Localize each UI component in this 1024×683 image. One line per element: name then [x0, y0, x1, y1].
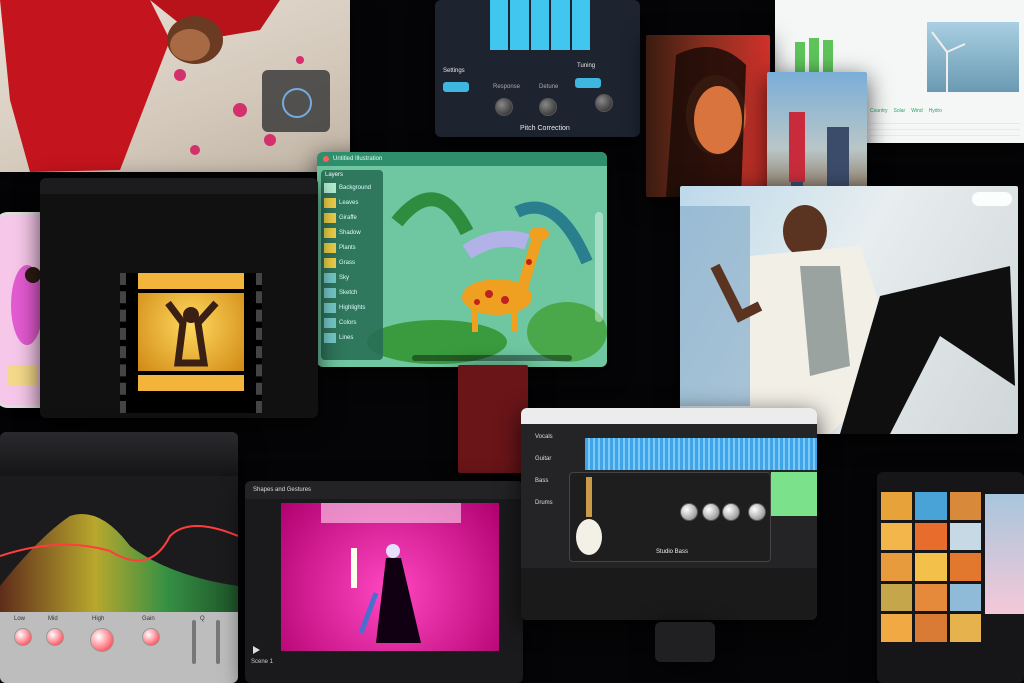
more-options-button[interactable]: [972, 192, 1012, 206]
detune-knob[interactable]: [539, 98, 557, 116]
bar-chart: [795, 38, 855, 72]
layer-item[interactable]: Giraffe: [321, 210, 383, 225]
header-wind: Wind: [911, 108, 923, 114]
settings-toggle[interactable]: [443, 82, 469, 92]
dancer-frame[interactable]: [138, 293, 244, 371]
tuning-toggle[interactable]: [575, 78, 601, 88]
fashion-photo: [680, 186, 1018, 434]
illustration-app-window: Untitled Illustration Layers Background …: [317, 152, 607, 367]
photo-grid[interactable]: [881, 492, 981, 642]
layers-panel: Layers Background Leaves Giraffe Shadow …: [321, 170, 383, 360]
camera-overlay-widget[interactable]: [262, 70, 330, 132]
spreadsheet-header-row: Country Solar Wind Hydro: [870, 108, 1024, 114]
eq-knob-gain[interactable]: [142, 628, 160, 646]
focus-icon: [282, 88, 312, 118]
play-button[interactable]: [253, 646, 260, 654]
knob-label-detune: Detune: [539, 84, 559, 90]
editor-toolbar: [40, 178, 318, 194]
track-name[interactable]: Vocals: [521, 434, 583, 456]
header-country: Country: [870, 108, 888, 114]
video-editor-window: [40, 178, 318, 418]
film-strip: [120, 273, 262, 413]
layer-item[interactable]: Grass: [321, 255, 383, 270]
scale-knob[interactable]: [595, 94, 613, 112]
timeline-scrubber[interactable]: [412, 355, 572, 361]
logic-pro-window: Vocals Guitar Bass Drums Studio Bass: [521, 408, 817, 620]
plugin-name: Studio Bass: [656, 549, 689, 555]
header-solar: Solar: [893, 108, 906, 114]
layer-item[interactable]: Sky: [321, 270, 383, 285]
eq-label-high: High: [92, 616, 105, 622]
eq-knob-mid[interactable]: [46, 628, 64, 646]
layer-item[interactable]: Highlights: [321, 300, 383, 315]
photos-library-window: [877, 472, 1024, 683]
eq-fader[interactable]: [216, 620, 220, 664]
piano-keys[interactable]: [490, 0, 591, 50]
motion-toolbar: Shapes and Gestures: [245, 481, 523, 499]
eq-spectrum: [0, 514, 238, 616]
studio-bass-plugin: Studio Bass: [569, 472, 771, 562]
eq-header: [0, 432, 238, 476]
header-hydro: Hydro: [928, 108, 942, 114]
logic-transport-bar: [521, 408, 817, 424]
spreadsheet-rows: [870, 118, 1020, 140]
eq-plugin-window: Low Mid High Gain Q: [0, 432, 238, 683]
tuning-section-label: Tuning: [577, 63, 596, 69]
pitch-correction-window: Settings Tuning Response Detune Pitch Co…: [435, 0, 640, 137]
bass-knob[interactable]: [702, 503, 720, 521]
response-knob[interactable]: [495, 98, 513, 116]
layer-item[interactable]: Colors: [321, 315, 383, 330]
featured-photo[interactable]: [985, 494, 1024, 614]
eq-knob-high[interactable]: [90, 628, 114, 652]
bass-knob[interactable]: [722, 503, 740, 521]
logic-inspector: [521, 568, 817, 620]
motion-window: Shapes and Gestures Scene 1: [245, 481, 523, 683]
settings-section-label: Settings: [443, 68, 465, 74]
bass-guitar-icon: [576, 477, 602, 555]
red-device: [458, 365, 528, 473]
pitch-correction-title: Pitch Correction: [520, 125, 570, 132]
eq-label-mid: Mid: [48, 616, 58, 622]
motion-window-title: Shapes and Gestures: [253, 487, 312, 493]
audio-region-blue[interactable]: [585, 438, 817, 470]
layer-item[interactable]: Leaves: [321, 195, 383, 210]
layer-item[interactable]: Sketch: [321, 285, 383, 300]
eq-label-q: Q: [200, 616, 205, 622]
eq-fader[interactable]: [192, 620, 196, 664]
layer-item[interactable]: Lines: [321, 330, 383, 345]
eq-knob-low[interactable]: [14, 628, 32, 646]
layer-item[interactable]: Plants: [321, 240, 383, 255]
portrait-photo-woman: [646, 35, 770, 197]
eq-label-low: Low: [14, 616, 26, 622]
tool-strip[interactable]: [595, 212, 603, 322]
eq-label-gain: Gain: [142, 616, 155, 622]
layer-item[interactable]: Shadow: [321, 225, 383, 240]
control-surface[interactable]: [655, 622, 715, 662]
pink-room-canvas[interactable]: [281, 503, 499, 651]
bass-knob[interactable]: [680, 503, 698, 521]
knob-label-response: Response: [493, 84, 521, 90]
dancer-photo-panel: [0, 0, 350, 172]
motion-subtitle: Scene 1: [251, 659, 274, 665]
bass-knob[interactable]: [748, 503, 766, 521]
layer-item[interactable]: Background: [321, 180, 383, 195]
eq-controls: Low Mid High Gain Q: [0, 612, 238, 683]
layers-panel-title: Layers: [325, 172, 344, 178]
wind-turbine-photo: [927, 22, 1019, 92]
audio-region-green[interactable]: [771, 472, 817, 516]
